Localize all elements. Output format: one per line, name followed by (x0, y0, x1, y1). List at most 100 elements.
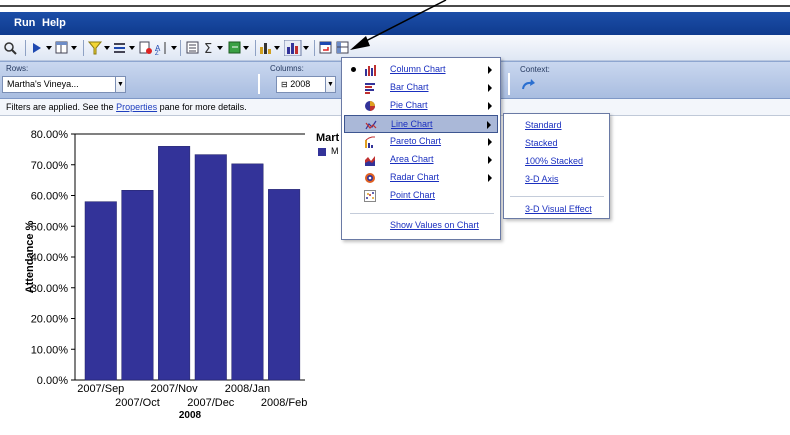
menu-item-pie-chart[interactable]: Pie Chart (344, 97, 498, 115)
zoom-icon[interactable] (3, 39, 17, 57)
menu-item-label: Point Chart (390, 190, 436, 200)
divider (258, 74, 260, 94)
view-format-icon[interactable] (55, 39, 79, 57)
area-chart-icon (365, 156, 375, 166)
chevron-down-icon[interactable]: ▼ (325, 77, 335, 92)
x-tick-label: 2007/Dec (187, 397, 235, 409)
show-values-on-chart-item[interactable]: Show Values on Chart (390, 220, 479, 230)
insert-calculation-icon[interactable] (228, 39, 252, 57)
x-tick-label: 2007/Oct (115, 397, 160, 409)
column-chart-icon (365, 65, 376, 76)
columns-dropdown[interactable]: ⊟ 2008 ▼ (276, 76, 336, 93)
menu-item-column-chart[interactable]: Column Chart (344, 61, 498, 79)
rows-dropdown-value: Martha's Vineya... (7, 79, 79, 89)
context-label: Context: (520, 65, 550, 74)
toolbar-separator (180, 40, 181, 56)
bar (121, 190, 154, 381)
y-tick-label: 80.00% (31, 129, 69, 141)
refresh-icon[interactable] (520, 79, 536, 93)
submenu-separator (510, 196, 604, 197)
sort-icon[interactable]: AZ (155, 39, 179, 57)
hierarchy-icon: ⊟ (281, 80, 288, 89)
checked-bullet-icon (351, 67, 356, 72)
line-submenu-item-100-stacked[interactable]: 100% Stacked (525, 156, 583, 166)
submenu-arrow-icon (488, 66, 492, 74)
drop-filter-icon[interactable] (139, 39, 153, 57)
y-tick-label: 0.00% (37, 375, 68, 387)
summary-icon[interactable]: Σ (203, 39, 227, 57)
y-tick-label: 10.00% (31, 344, 69, 356)
y-tick-label: 70.00% (31, 160, 69, 172)
y-tick-label: 60.00% (31, 191, 69, 203)
columns-label: Columns: (270, 64, 304, 73)
bar (84, 201, 117, 381)
x-tick-label: 2007/Nov (151, 383, 199, 395)
y-tick-label: 30.00% (31, 283, 69, 295)
toolbar-separator (83, 40, 84, 56)
radar-chart-icon (365, 173, 375, 183)
line-submenu-item-stacked[interactable]: Stacked (525, 138, 558, 148)
menu-item-label: Pie Chart (390, 100, 428, 110)
menu-item-label: Radar Chart (390, 172, 440, 182)
menu-item-line-chart[interactable]: Line Chart (344, 115, 498, 133)
y-axis-title: Attendance % (24, 220, 36, 293)
bar (158, 146, 191, 381)
chevron-down-icon[interactable]: ▼ (115, 77, 125, 92)
submenu-arrow-icon (488, 174, 492, 182)
pareto-chart-icon (365, 136, 375, 148)
toolbar-separator (255, 40, 256, 56)
submenu-arrow-icon (487, 121, 491, 129)
explain-icon[interactable] (186, 39, 200, 57)
filter-icon[interactable] (88, 39, 112, 57)
properties-link[interactable]: Properties (116, 102, 157, 112)
legend-swatch (318, 148, 326, 156)
suppress-icon[interactable] (113, 39, 137, 57)
toolbar-separator (25, 40, 26, 56)
y-tick-label: 20.00% (31, 314, 69, 326)
bar-chart-icon (365, 83, 375, 94)
line-chart-submenu: Standard Stacked 100% Stacked 3-D Axis 3-D V… (503, 113, 610, 219)
line-submenu-item-standard[interactable]: Standard (525, 120, 562, 130)
info-suffix: pane for more details. (157, 102, 247, 112)
bar (268, 189, 301, 381)
submenu-arrow-icon (488, 156, 492, 164)
menu-item-point-chart[interactable]: Point Chart (344, 187, 498, 205)
chart-type-menu: Column Chart Bar Chart Pie Chart Line Chart… (341, 57, 501, 240)
menu-item-label: Bar Chart (390, 82, 429, 92)
svg-text:Σ: Σ (204, 42, 212, 55)
chart-type-icon[interactable] (259, 39, 283, 57)
line-chart-icon (365, 120, 377, 130)
chart-menu-icon[interactable] (284, 39, 310, 57)
legend-title: Mart (316, 132, 340, 144)
submenu-arrow-icon (488, 84, 492, 92)
annotation-arrow-icon (350, 0, 447, 50)
run-icon[interactable] (31, 39, 53, 57)
menu-help[interactable]: Help (42, 17, 66, 29)
menu-run[interactable]: Run (14, 17, 35, 29)
menu-item-label: Line Chart (391, 119, 433, 129)
bar (231, 163, 264, 381)
menu-item-label: Area Chart (390, 154, 434, 164)
y-tick-label: 50.00% (31, 221, 69, 233)
pie-chart-icon (365, 101, 375, 111)
bar (194, 154, 227, 381)
x-tick-label: 2008/Feb (261, 397, 307, 409)
menu-item-radar-chart[interactable]: Radar Chart (344, 169, 498, 187)
rows-label: Rows: (6, 64, 29, 73)
menu-item-area-chart[interactable]: Area Chart (344, 151, 498, 169)
submenu-arrow-icon (488, 102, 492, 110)
pivot-icon[interactable] (319, 39, 333, 57)
x-tick-label: 2008/Jan (225, 383, 270, 395)
menu-separator (350, 213, 494, 214)
rows-dropdown[interactable]: Martha's Vineya... ▼ (2, 76, 126, 93)
x-tick-label: 2007/Sep (77, 383, 124, 395)
line-submenu-item-3d-visual-effect[interactable]: 3-D Visual Effect (525, 204, 592, 214)
menu-item-bar-chart[interactable]: Bar Chart (344, 79, 498, 97)
menu-item-pareto-chart[interactable]: Pareto Chart (344, 133, 498, 151)
y-tick-label: 40.00% (31, 252, 69, 264)
line-submenu-item-3-d-axis[interactable]: 3-D Axis (525, 174, 559, 184)
columns-dropdown-value: 2008 (290, 79, 311, 89)
toolbar-separator (314, 40, 315, 56)
menu-item-label: Pareto Chart (390, 136, 442, 146)
point-chart-icon (364, 190, 376, 202)
